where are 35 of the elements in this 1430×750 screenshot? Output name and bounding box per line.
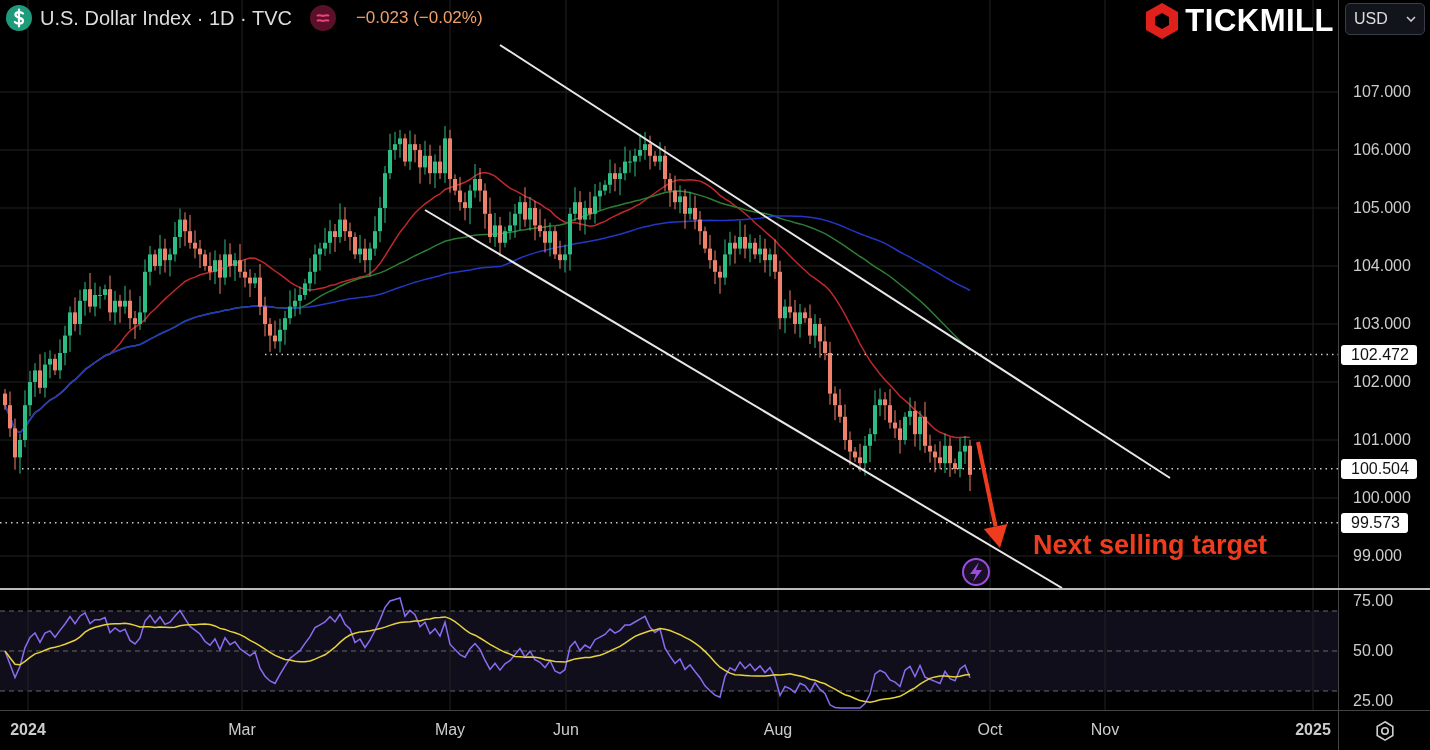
lightning-icon[interactable] — [962, 558, 990, 586]
rsi-axis-label: 50.00 — [1353, 642, 1394, 660]
price-axis-label: 104.000 — [1353, 257, 1411, 275]
dollar-icon — [6, 5, 32, 31]
price-axis-label: 102.000 — [1353, 373, 1411, 391]
time-axis-label: Mar — [228, 721, 256, 739]
price-axis-label: 101.000 — [1353, 431, 1411, 449]
settings-icon[interactable] — [1373, 719, 1396, 742]
price-axis-label: 99.000 — [1353, 547, 1402, 565]
price-axis-label: 103.000 — [1353, 315, 1411, 333]
wave-icon[interactable] — [309, 5, 336, 31]
symbol-title: U.S. Dollar Index · 1D · TVC — [40, 6, 292, 30]
price-axis-label: 100.000 — [1353, 489, 1411, 507]
logo-text: TICKMILL — [1185, 3, 1334, 39]
trend-line[interactable] — [499, 44, 1171, 479]
price-marker-label: 102.472 — [1341, 344, 1417, 365]
time-axis-label: Aug — [763, 721, 793, 739]
annotation-label: Next selling target — [1033, 530, 1268, 560]
price-axis-label: 105.000 — [1353, 199, 1411, 217]
time-axis-label: 2025 — [1295, 721, 1331, 739]
time-axis-label: 2024 — [10, 721, 46, 739]
time-axis-label: Jun — [553, 721, 579, 739]
chevron-down-icon — [1406, 16, 1416, 22]
price-axis-label: 107.000 — [1353, 83, 1411, 101]
price-axis-label: 106.000 — [1353, 141, 1411, 159]
time-axis-label: Nov — [1090, 721, 1120, 739]
rsi-axis-label: 25.00 — [1353, 692, 1394, 710]
rsi-axis-label: 75.00 — [1353, 592, 1394, 610]
time-axis-label: Oct — [977, 721, 1003, 739]
price-marker-label: 99.573 — [1341, 512, 1408, 533]
price-change: −0.023 (−0.02%) — [355, 8, 483, 28]
price-marker-label: 100.504 — [1341, 458, 1417, 479]
hexagon-logo-icon — [1145, 2, 1180, 40]
time-axis-label: May — [434, 721, 466, 739]
currency-dropdown[interactable]: USD — [1345, 3, 1425, 35]
